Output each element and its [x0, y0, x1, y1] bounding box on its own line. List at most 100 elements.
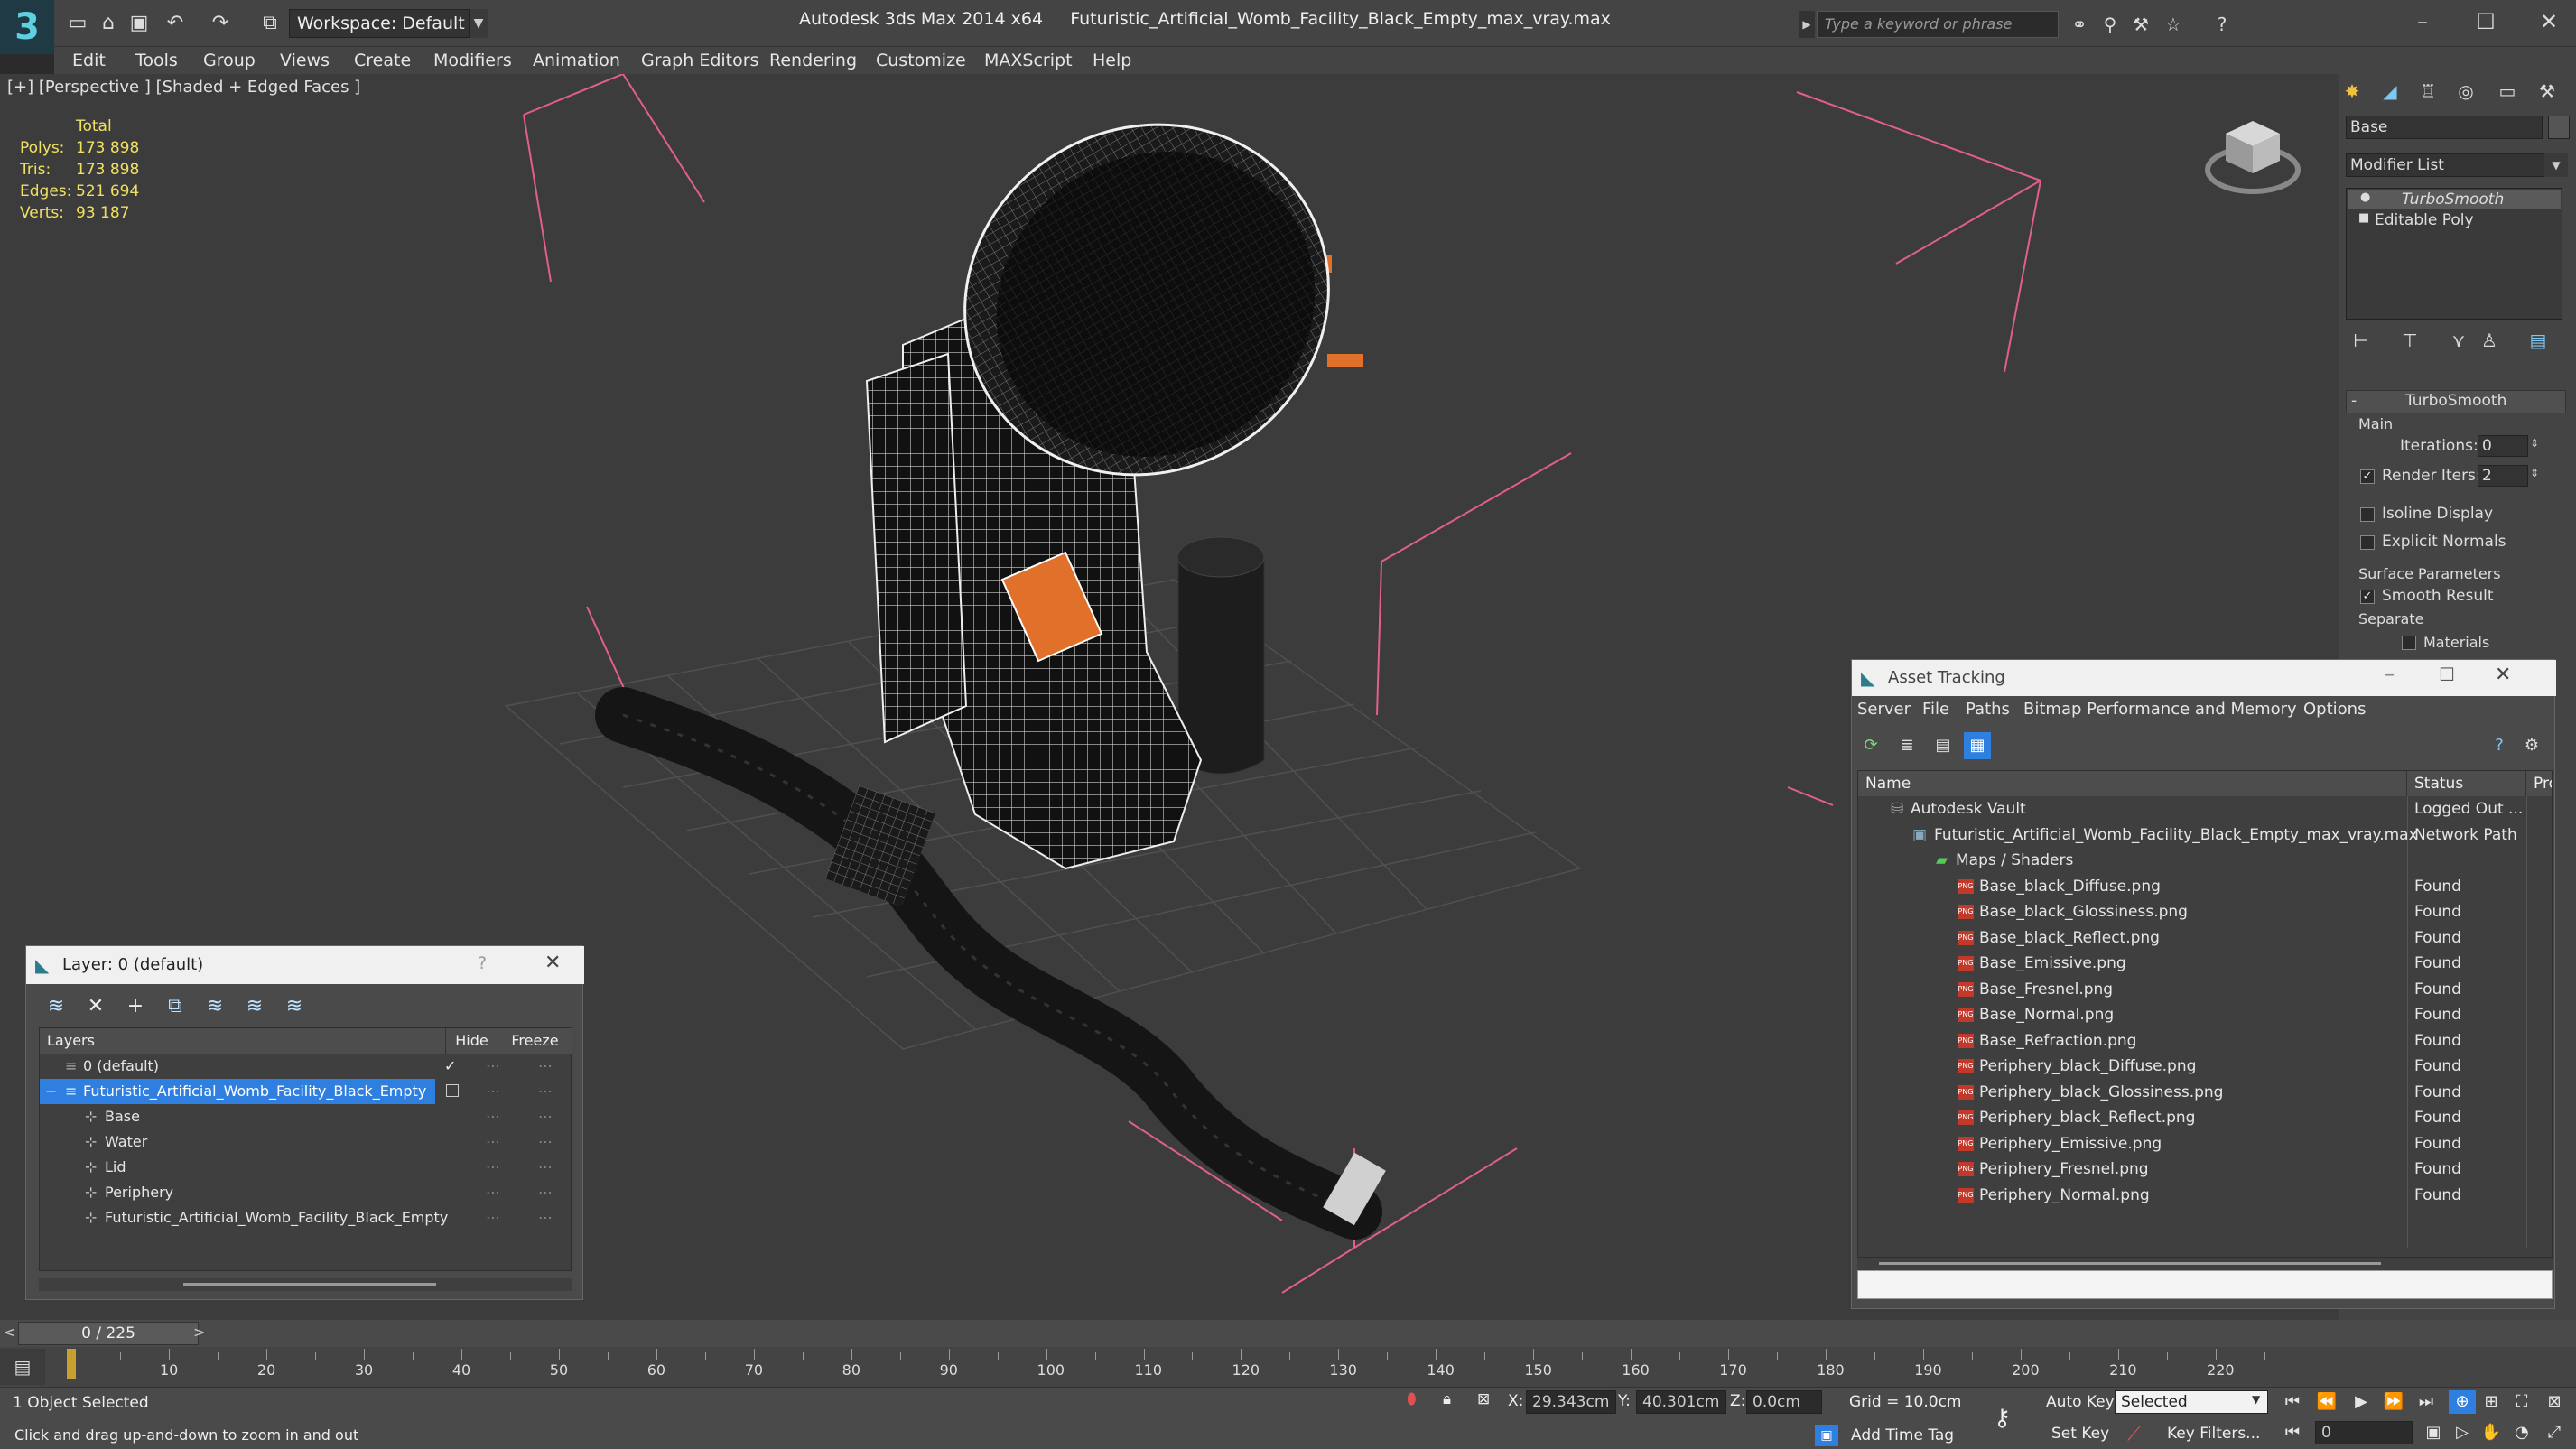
- freeze-toggle[interactable]: ⋯: [538, 1129, 553, 1155]
- status-column-header[interactable]: Status: [2407, 771, 2526, 796]
- zoom-extents-all-icon[interactable]: ⊠: [2541, 1390, 2568, 1414]
- menu-bitmap-performance[interactable]: Bitmap Performance and Memory: [2023, 700, 2297, 719]
- table-row[interactable]: PNG Periphery_Fresnel.png Found: [1858, 1156, 2552, 1183]
- menu-options[interactable]: Options: [2303, 700, 2366, 719]
- time-slider[interactable]: 0 / 225: [18, 1322, 199, 1345]
- time-configuration-icon[interactable]: ▣: [2420, 1421, 2447, 1444]
- pin-stack-icon[interactable]: ⊢: [2349, 329, 2373, 352]
- display-tab-icon[interactable]: ▭: [2496, 79, 2519, 103]
- add-time-tag[interactable]: Add Time Tag: [1851, 1426, 1954, 1444]
- create-tab-icon[interactable]: ✸: [2340, 79, 2364, 103]
- maximize-icon[interactable]: ☐: [2439, 664, 2455, 685]
- orbit-icon[interactable]: ◔: [2508, 1421, 2535, 1444]
- subscription-icon[interactable]: ⚲: [2098, 13, 2122, 36]
- zoom-all-icon[interactable]: ⊞: [2478, 1390, 2505, 1414]
- zoom-icon[interactable]: ⊕: [2449, 1390, 2476, 1414]
- x-coord-field[interactable]: 29.343cm: [1526, 1390, 1616, 1414]
- table-row[interactable]: PNG Periphery_black_Glossiness.png Found: [1858, 1080, 2552, 1106]
- go-to-end-icon[interactable]: ⏭: [2413, 1390, 2440, 1414]
- utilities-tab-icon[interactable]: ⚒: [2535, 79, 2559, 103]
- spinner-arrows-icon[interactable]: ⇕: [2530, 437, 2539, 450]
- search-input[interactable]: Type a keyword or phrase: [1817, 11, 2059, 38]
- table-row[interactable]: PNG Base_Emissive.png Found: [1858, 951, 2552, 977]
- menu-maxscript[interactable]: MAXScript: [984, 47, 1073, 74]
- hide-column-header[interactable]: Hide: [446, 1028, 498, 1054]
- go-to-start-icon[interactable]: ⏮: [2279, 1390, 2306, 1414]
- layers-column-header[interactable]: Layers: [40, 1028, 446, 1054]
- layer-object-row[interactable]: ⊹ Futuristic_Artificial_Womb_Facility_Bl…: [40, 1205, 572, 1231]
- menu-group[interactable]: Group: [203, 47, 256, 74]
- hide-all-icon[interactable]: ≋: [241, 993, 268, 1020]
- table-row[interactable]: PNG Periphery_Emissive.png Found: [1858, 1131, 2552, 1157]
- freeze-toggle[interactable]: ⋯: [538, 1180, 553, 1205]
- expand-icon[interactable]: ■: [2358, 211, 2369, 225]
- table-row[interactable]: PNG Base_black_Diffuse.png Found: [1858, 874, 2552, 900]
- menu-create[interactable]: Create: [354, 47, 411, 74]
- close-icon[interactable]: ✕: [2522, 5, 2576, 38]
- mini-curve-editor-icon[interactable]: ▤: [0, 1349, 45, 1385]
- name-column-header[interactable]: Name: [1858, 771, 2407, 796]
- menu-rendering[interactable]: Rendering: [769, 47, 857, 74]
- workspace-dropdown[interactable]: Workspace: Default: [289, 9, 470, 38]
- key-filters-button[interactable]: Key Filters...: [2167, 1425, 2260, 1443]
- auto-key-button[interactable]: Auto Key: [2046, 1393, 2115, 1411]
- freeze-toggle[interactable]: ⋯: [538, 1205, 553, 1231]
- table-row[interactable]: PNG Base_Refraction.png Found: [1858, 1028, 2552, 1054]
- zoom-extents-icon[interactable]: ⛶: [2508, 1390, 2535, 1414]
- highlight-layer-icon[interactable]: ≋: [201, 993, 228, 1020]
- select-in-layer-icon[interactable]: ⧉: [162, 993, 189, 1020]
- table-row[interactable]: PNG Base_Normal.png Found: [1858, 1002, 2552, 1028]
- freeze-column-header[interactable]: Freeze: [498, 1028, 572, 1054]
- next-frame-icon[interactable]: ⏩: [2380, 1390, 2407, 1414]
- object-name-field[interactable]: Base: [2346, 116, 2543, 139]
- scrollbar-thumb[interactable]: [183, 1283, 436, 1286]
- hide-toggle[interactable]: ⋯: [486, 1054, 500, 1079]
- current-frame-field[interactable]: 0: [2315, 1421, 2413, 1444]
- smooth-result-checkbox[interactable]: ✓: [2360, 590, 2375, 604]
- table-row[interactable]: PNG Periphery_black_Diffuse.png Found: [1858, 1054, 2552, 1080]
- motion-tab-icon[interactable]: ◎: [2454, 79, 2478, 103]
- table-row[interactable]: PNG Periphery_Normal.png Found: [1858, 1183, 2552, 1209]
- time-tag-icon[interactable]: ▣: [1815, 1425, 1838, 1446]
- viewport-label[interactable]: [+] [Perspective ] [Shaded + Edged Faces…: [7, 78, 360, 97]
- next-frame-icon[interactable]: >: [193, 1324, 205, 1341]
- modify-tab-icon[interactable]: ◢: [2378, 79, 2402, 103]
- make-current-box[interactable]: [446, 1084, 459, 1097]
- prev-frame-icon[interactable]: <: [4, 1324, 15, 1341]
- table-row[interactable]: ▰ Maps / Shaders: [1858, 848, 2552, 874]
- hide-toggle[interactable]: ⋯: [486, 1180, 500, 1205]
- close-icon[interactable]: ✕: [544, 952, 561, 974]
- layer-object-row[interactable]: ⊹ Lid ⋯ ⋯: [40, 1155, 572, 1180]
- field-of-view-icon[interactable]: ▷: [2449, 1421, 2476, 1444]
- menu-server[interactable]: Server: [1857, 700, 1911, 719]
- spinner-arrows-icon[interactable]: ⇕: [2530, 467, 2539, 479]
- maximize-viewport-icon[interactable]: ⤢: [2541, 1421, 2568, 1444]
- set-key-button[interactable]: Set Key: [2051, 1425, 2109, 1443]
- binoculars-icon[interactable]: ⚭: [2068, 13, 2091, 36]
- redo-icon[interactable]: ↷: [208, 11, 233, 36]
- play-icon[interactable]: ▶: [2348, 1390, 2375, 1414]
- hide-toggle[interactable]: ⋯: [486, 1104, 500, 1129]
- hide-toggle[interactable]: ⋯: [486, 1079, 500, 1104]
- horizontal-scrollbar[interactable]: [39, 1278, 572, 1291]
- viewcube-icon[interactable]: [2203, 114, 2302, 200]
- chevron-down-icon[interactable]: ▼: [2252, 1393, 2260, 1406]
- hide-toggle[interactable]: ⋯: [486, 1205, 500, 1231]
- open-file-icon[interactable]: ⌂: [96, 11, 121, 36]
- key-icon[interactable]: ⚷: [1994, 1405, 2011, 1432]
- save-icon[interactable]: ▣: [126, 11, 152, 36]
- new-layer-icon[interactable]: ≋: [42, 993, 70, 1020]
- help-icon[interactable]: ?: [478, 953, 487, 973]
- layer-object-row[interactable]: ⊹ Base ⋯ ⋯: [40, 1104, 572, 1129]
- favorites-star-icon[interactable]: ☆: [2162, 13, 2185, 36]
- menu-help[interactable]: Help: [1093, 47, 1131, 74]
- freeze-toggle[interactable]: ⋯: [538, 1155, 553, 1180]
- minimize-icon[interactable]: –: [2385, 664, 2395, 686]
- minimize-icon[interactable]: –: [2395, 5, 2450, 38]
- y-coord-field[interactable]: 40.301cm: [1636, 1390, 1726, 1414]
- help-icon[interactable]: ?: [2210, 13, 2234, 36]
- stack-item-editable-poly[interactable]: Editable Poly: [2375, 211, 2474, 229]
- pro-column-header[interactable]: Pro: [2526, 771, 2552, 796]
- layer-row[interactable]: ≡ 0 (default) ✓ ⋯ ⋯: [40, 1054, 572, 1079]
- delete-layer-icon[interactable]: ✕: [82, 993, 109, 1020]
